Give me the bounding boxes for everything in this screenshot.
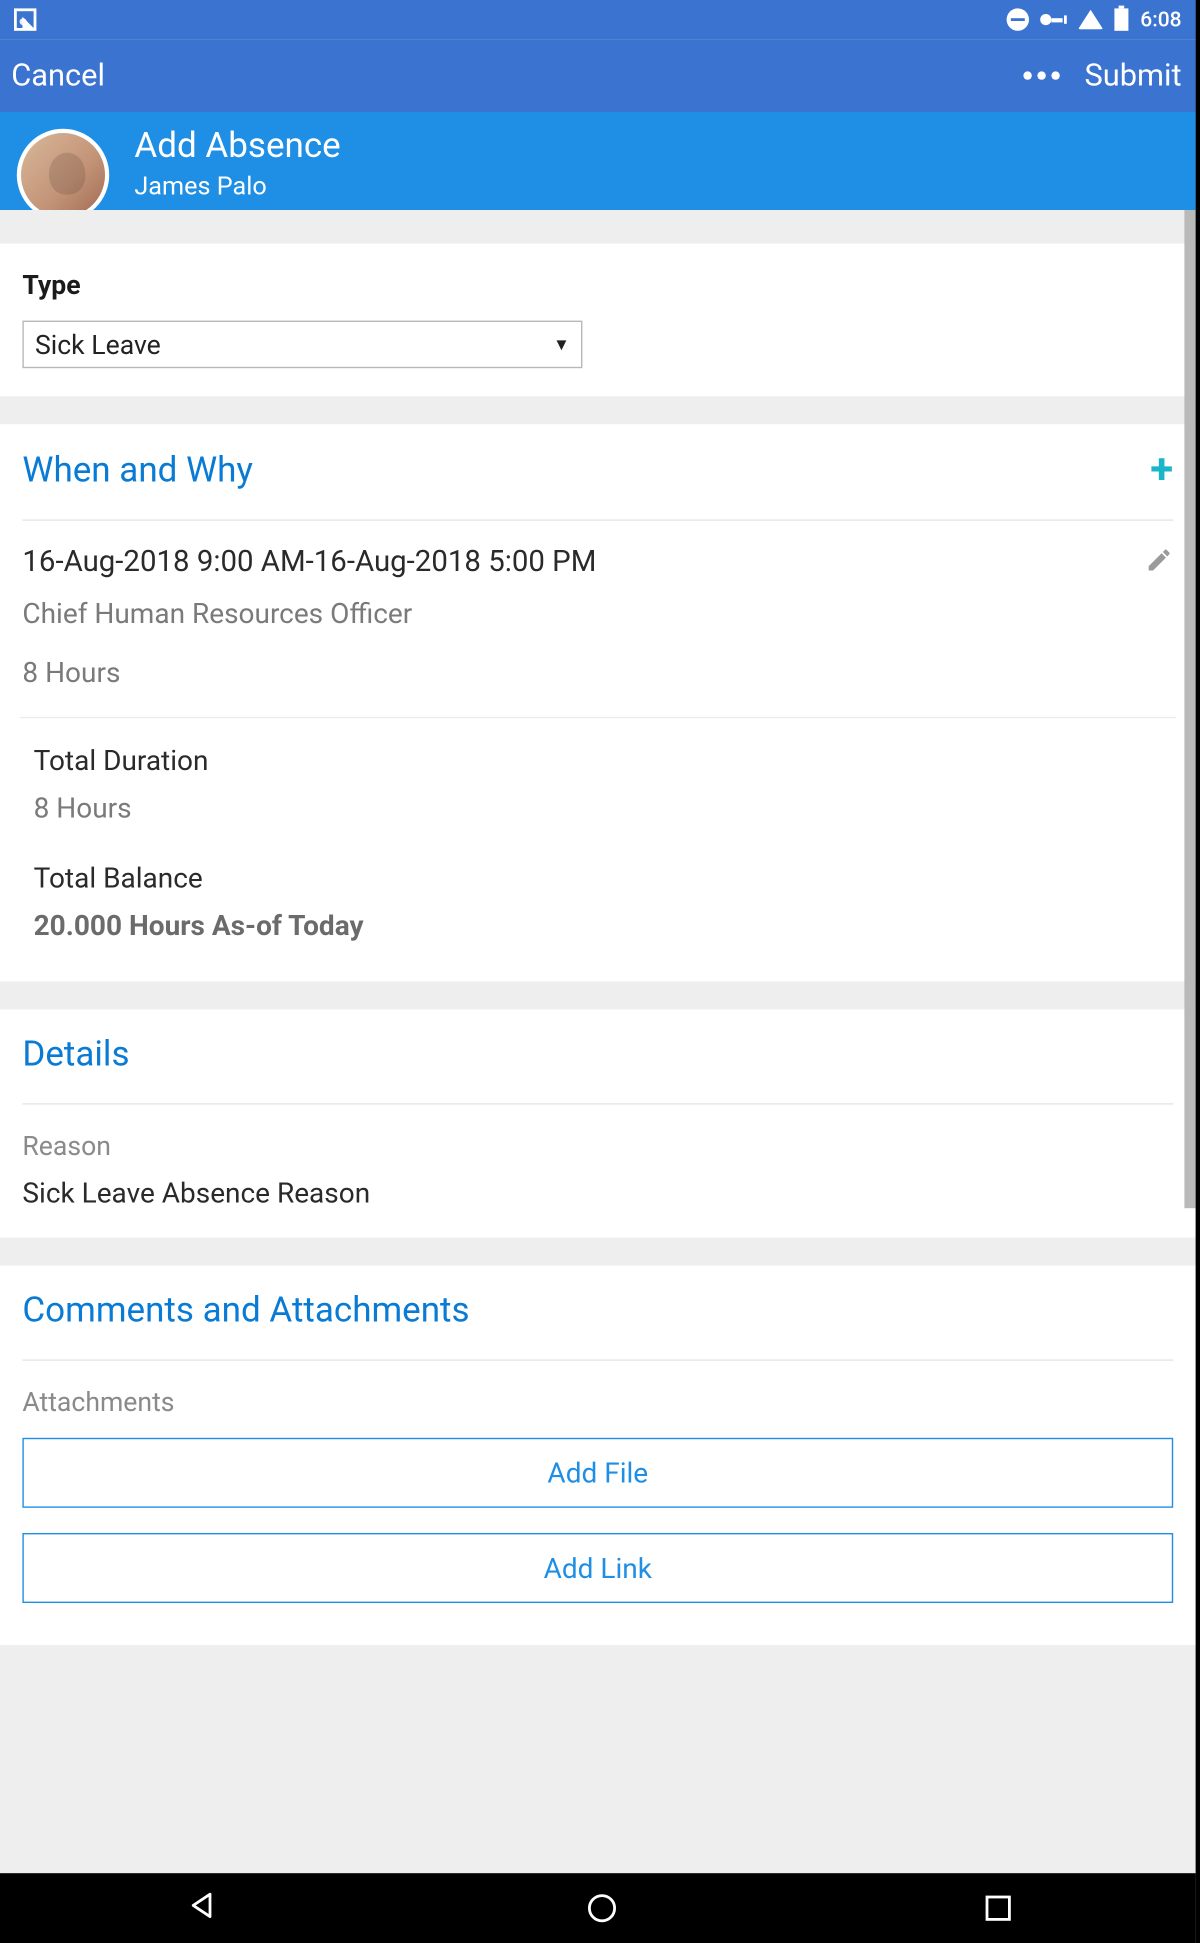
page-header: Add Absence James Palo	[0, 112, 1196, 210]
absence-date-range: 16-Aug-2018 9:00 AM-16-Aug-2018 5:00 PM	[22, 546, 596, 580]
attachments-label: Attachments	[22, 1386, 1173, 1418]
android-nav-bar	[0, 1873, 1196, 1943]
cancel-button[interactable]: Cancel	[11, 58, 105, 93]
add-file-button[interactable]: Add File	[22, 1438, 1173, 1508]
type-select-value: Sick Leave	[35, 328, 161, 360]
avatar	[17, 129, 109, 221]
page-title: Add Absence	[134, 126, 340, 167]
type-section: Type Sick Leave ▼	[0, 244, 1196, 397]
total-duration-value: 8 Hours	[34, 791, 1174, 825]
submit-button[interactable]: Submit	[1084, 58, 1181, 93]
status-bar: 6:08	[0, 0, 1196, 39]
reason-value: Sick Leave Absence Reason	[22, 1176, 1173, 1210]
scrollbar[interactable]	[1184, 210, 1195, 1208]
recents-button[interactable]	[986, 1896, 1011, 1921]
comments-title: Comments and Attachments	[22, 1291, 1173, 1332]
vpn-key-icon	[1041, 14, 1068, 25]
total-duration-label: Total Duration	[34, 743, 1174, 777]
edit-entry-button[interactable]	[1145, 546, 1173, 581]
user-name: James Palo	[134, 172, 340, 201]
details-title: Details	[22, 1035, 1173, 1076]
details-section: Details Reason Sick Leave Absence Reason	[0, 1009, 1196, 1237]
absence-hours: 8 Hours	[22, 655, 596, 689]
reason-label: Reason	[22, 1130, 1173, 1162]
total-balance-label: Total Balance	[34, 861, 1174, 895]
add-link-button[interactable]: Add Link	[22, 1533, 1173, 1603]
wifi-icon	[1079, 10, 1104, 30]
divider	[22, 1103, 1173, 1104]
more-menu-icon[interactable]	[1023, 71, 1059, 79]
divider	[22, 1359, 1173, 1360]
chevron-down-icon: ▼	[553, 335, 570, 355]
type-select[interactable]: Sick Leave ▼	[22, 321, 582, 369]
divider	[20, 717, 1176, 718]
when-and-why-section: When and Why + 16-Aug-2018 9:00 AM-16-Au…	[0, 424, 1196, 981]
back-button[interactable]	[185, 1889, 219, 1928]
dnd-icon	[1007, 8, 1029, 30]
battery-icon	[1115, 8, 1129, 30]
home-button[interactable]	[588, 1894, 616, 1922]
add-when-why-button[interactable]: +	[1150, 449, 1173, 491]
divider	[22, 519, 1173, 520]
total-balance-value: 20.000 Hours As-of Today	[34, 909, 1174, 943]
app-bar: Cancel Submit	[0, 39, 1196, 112]
comments-attachments-section: Comments and Attachments Attachments Add…	[0, 1266, 1196, 1645]
when-why-title: When and Why	[22, 450, 253, 491]
absence-role: Chief Human Resources Officer	[22, 596, 596, 630]
image-notification-icon	[14, 8, 36, 30]
type-label: Type	[22, 269, 1173, 301]
clock: 6:08	[1140, 7, 1181, 32]
